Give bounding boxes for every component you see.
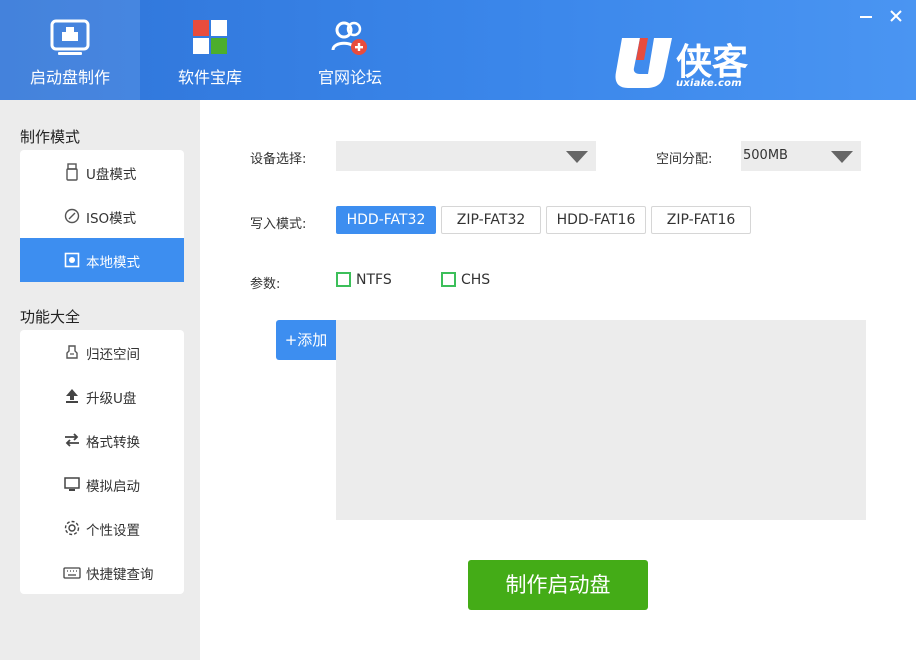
sidebar-item-hotkey-query[interactable]: 快捷键查询: [20, 550, 184, 594]
brand-url: uxiake.com: [676, 78, 742, 89]
tab-software-library[interactable]: 软件宝库: [140, 0, 280, 100]
write-mode-zip-fat32[interactable]: ZIP-FAT32: [441, 206, 541, 234]
usb-drive-icon: [62, 162, 82, 182]
keyboard-icon: [62, 562, 82, 582]
functions-title: 功能大全: [20, 308, 81, 326]
monitor-icon: [62, 474, 82, 494]
sidebar-item-restore-space[interactable]: 归还空间: [20, 330, 184, 374]
chs-checkbox[interactable]: [441, 272, 456, 287]
eraser-icon: [62, 342, 82, 362]
sidebar-item-format-convert[interactable]: 格式转换: [20, 418, 184, 462]
write-mode-zip-fat16[interactable]: ZIP-FAT16: [651, 206, 751, 234]
space-select-value: 500MB: [743, 148, 788, 163]
users-forum-icon: [330, 18, 370, 58]
chs-checkbox-label: CHS: [461, 272, 491, 288]
sidebar-item-label: 归还空间: [86, 347, 140, 363]
sidebar-item-label: 升级U盘: [86, 391, 137, 407]
ntfs-checkbox[interactable]: [336, 272, 351, 287]
chevron-down-icon: [831, 151, 853, 163]
sidebar-item-upgrade-usb[interactable]: 升级U盘: [20, 374, 184, 418]
write-mode-hdd-fat16[interactable]: HDD-FAT16: [546, 206, 646, 234]
svg-text:侠客: 侠客: [676, 42, 748, 83]
monitor-usb-icon: [50, 18, 90, 58]
sidebar-item-usb-mode[interactable]: U盘模式: [20, 150, 184, 194]
sidebar-item-label: 模拟启动: [86, 479, 140, 495]
space-label: 空间分配:: [656, 152, 713, 167]
swap-arrows-icon: [62, 430, 82, 450]
close-icon[interactable]: [888, 8, 904, 24]
sidebar: 制作模式 U盘模式 ISO模式 本地模式 功能大全 归还空间 升级U盘 格式转换…: [0, 100, 200, 660]
make-mode-title: 制作模式: [20, 128, 81, 146]
tab-label: 官网论坛: [317, 68, 382, 87]
sidebar-item-label: ISO模式: [86, 211, 137, 227]
minimize-icon[interactable]: [858, 8, 874, 24]
chevron-down-icon: [566, 151, 588, 163]
upload-icon: [62, 386, 82, 406]
app-grid-icon: [190, 18, 230, 58]
tab-boot-disk-maker[interactable]: 启动盘制作: [0, 0, 140, 100]
ntfs-checkbox-label: NTFS: [356, 272, 392, 288]
sidebar-item-label: 个性设置: [86, 523, 140, 539]
app-header: 启动盘制作 软件宝库 官网论坛 侠客 uxiake.com: [0, 0, 916, 100]
file-list-area[interactable]: [336, 320, 866, 520]
local-disk-icon: [62, 250, 82, 270]
tab-official-forum[interactable]: 官网论坛: [280, 0, 420, 100]
functions-panel: 归还空间 升级U盘 格式转换 模拟启动 个性设置 快捷键查询: [20, 330, 184, 594]
disc-icon: [62, 206, 82, 226]
sidebar-item-personal-settings[interactable]: 个性设置: [20, 506, 184, 550]
sidebar-item-simulate-boot[interactable]: 模拟启动: [20, 462, 184, 506]
sidebar-item-iso-mode[interactable]: ISO模式: [20, 194, 184, 238]
space-select[interactable]: 500MB: [741, 141, 861, 171]
sidebar-item-label: 本地模式: [86, 255, 140, 271]
make-boot-disk-button[interactable]: 制作启动盘: [468, 560, 648, 610]
tab-label: 软件宝库: [177, 68, 242, 87]
sidebar-item-label: 快捷键查询: [86, 567, 154, 583]
sidebar-item-local-mode[interactable]: 本地模式: [20, 238, 184, 282]
sidebar-item-label: U盘模式: [86, 167, 137, 183]
write-mode-label: 写入模式:: [250, 217, 307, 232]
make-mode-panel: U盘模式 ISO模式 本地模式: [20, 150, 184, 282]
device-label: 设备选择:: [250, 152, 307, 167]
gear-icon: [62, 518, 82, 538]
tab-label: 启动盘制作: [29, 68, 110, 87]
device-select[interactable]: [336, 141, 596, 171]
params-label: 参数:: [250, 277, 281, 292]
write-mode-hdd-fat32[interactable]: HDD-FAT32: [336, 206, 436, 234]
sidebar-item-label: 格式转换: [86, 435, 140, 451]
add-button[interactable]: +添加: [276, 320, 336, 360]
